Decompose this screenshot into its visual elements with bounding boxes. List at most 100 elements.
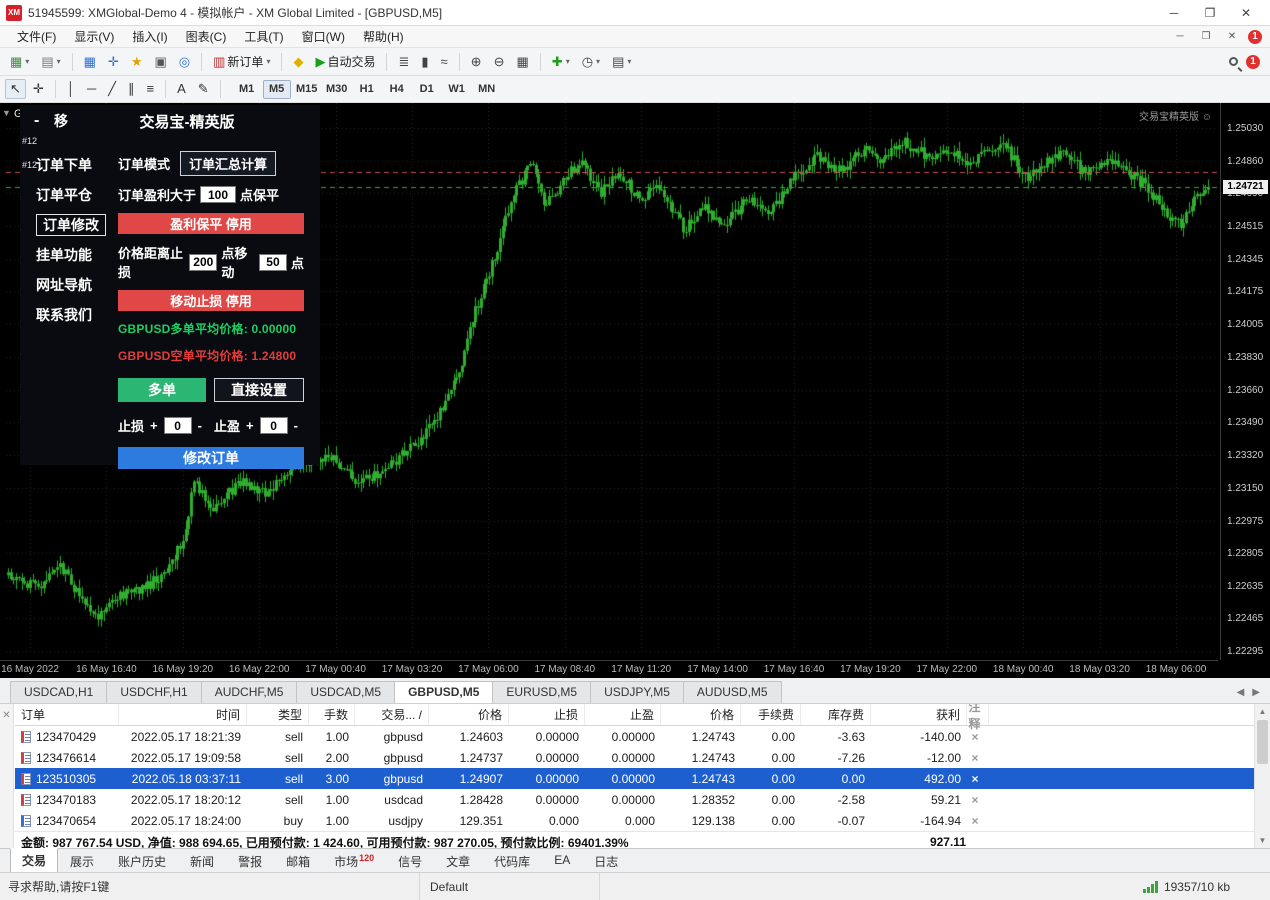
table-row[interactable]: 1234766142022.05.17 19:09:58sell2.00gbpu… [15,747,1254,768]
market-watch-button[interactable]: ▦ [79,52,101,72]
channel-tool-button[interactable]: ∥ [123,79,140,99]
chart-line-button[interactable]: ≈ [436,52,453,72]
stop-loss-input[interactable] [164,417,192,434]
menu-view[interactable]: 显示(V) [65,26,123,47]
fibonacci-tool-button[interactable]: ≡ [141,79,159,99]
table-row[interactable]: 1234704292022.05.17 18:21:39sell1.00gbpu… [15,726,1254,747]
close-order-button[interactable]: × [967,751,989,765]
chart-tab-gbpusd-m5[interactable]: GBPUSD,M5 [394,681,493,703]
ea-menu-item[interactable]: 网址导航 [20,271,114,301]
timeframe-m15-button[interactable]: M15 [293,80,321,99]
ea-menu-item[interactable]: 挂单功能 [20,241,114,271]
take-profit-input[interactable] [260,417,288,434]
chevron-down-icon[interactable]: ▾ [566,57,570,66]
crosshair-tool-button[interactable]: ✛ [28,79,49,99]
chart-tab-usdchf-h1[interactable]: USDCHF,H1 [106,681,201,703]
column-header-12[interactable]: 注释 [967,704,989,725]
chevron-down-icon[interactable]: ▾ [57,57,61,66]
column-header-6[interactable]: 止损 [509,704,585,725]
table-row[interactable]: 1234701832022.05.17 18:20:12sell1.00usdc… [15,789,1254,810]
timeframe-w1-button[interactable]: W1 [443,80,471,99]
column-header-9[interactable]: 手续费 [741,704,801,725]
one-click-trading-arrow-icon[interactable]: ▼ [2,108,11,118]
ea-menu-item[interactable]: 订单平仓 [20,181,114,211]
timeframe-d1-button[interactable]: D1 [413,80,441,99]
ea-menu-item[interactable]: 联系我们 [20,301,114,331]
timeframe-m1-button[interactable]: M1 [233,80,261,99]
terminal-tab-ea[interactable]: EA [542,849,582,872]
window-minimize-button[interactable]: ─ [1156,2,1192,24]
time-axis[interactable]: 16 May 202216 May 16:4016 May 19:2016 Ma… [0,660,1218,678]
new-order-button[interactable]: ▥新订单▾ [208,50,275,73]
chevron-down-icon[interactable]: ▾ [266,57,270,66]
terminal-scrollbar[interactable]: ▲ ▼ [1254,704,1270,848]
periods-button[interactable]: ◷▾ [577,52,605,72]
scroll-up-icon[interactable]: ▲ [1255,704,1270,719]
chevron-down-icon[interactable]: ▾ [627,57,631,66]
menu-tools[interactable]: 工具(T) [235,26,292,47]
window-close-button[interactable]: ✕ [1228,2,1264,24]
chart-tab-usdcad-m5[interactable]: USDCAD,M5 [296,681,395,703]
close-order-button[interactable]: × [967,793,989,807]
column-header-4[interactable]: 交易... / [355,704,429,725]
menu-charts[interactable]: 图表(C) [177,26,236,47]
tile-windows-button[interactable]: ▦ [511,52,533,72]
trail-distance-input[interactable] [189,254,217,271]
menu-insert[interactable]: 插入(I) [123,26,176,47]
notification-badge[interactable]: 1 [1248,30,1262,44]
column-header-8[interactable]: 价格 [661,704,741,725]
order-mode-button[interactable]: 订单汇总计算 [180,151,276,176]
breakeven-toggle-button[interactable]: 盈利保平 停用 [118,213,304,234]
text-tool-button[interactable]: A [172,79,191,99]
strategy-tester-button[interactable]: ◎ [174,52,195,72]
direct-set-button[interactable]: 直接设置 [214,378,304,402]
chart-tab-usdjpy-m5[interactable]: USDJPY,M5 [590,681,684,703]
chart-tab-eurusd-m5[interactable]: EURUSD,M5 [492,681,591,703]
arrows-tool-button[interactable]: ✎ [193,79,214,99]
cursor-tool-button[interactable]: ↖ [5,79,26,99]
metaeditor-button[interactable]: ◆ [288,52,308,72]
chart-bars-button[interactable]: ≣ [393,52,414,72]
terminal-tab-交易[interactable]: 交易 [10,848,58,874]
chart-restore-button[interactable]: ❐ [1196,31,1216,42]
menu-help[interactable]: 帮助(H) [354,26,413,47]
timeframe-h4-button[interactable]: H4 [383,80,411,99]
zoom-in-button[interactable]: ⊕ [466,52,487,72]
auto-trading-button[interactable]: ▶自动交易 [310,50,380,73]
terminal-button[interactable]: ▣ [149,52,171,72]
timeframe-m5-button[interactable]: M5 [263,80,291,99]
trailing-stop-toggle-button[interactable]: 移动止损 停用 [118,290,304,311]
column-header-0[interactable]: 订单 [15,704,119,725]
column-header-11[interactable]: 获利 [871,704,967,725]
chevron-down-icon[interactable]: ▾ [596,57,600,66]
search-icon[interactable] [1229,57,1238,66]
zoom-out-button[interactable]: ⊖ [489,52,510,72]
tp-plus-button[interactable]: + [245,418,255,433]
column-header-2[interactable]: 类型 [247,704,309,725]
scroll-down-icon[interactable]: ▼ [1255,833,1270,848]
close-order-button[interactable]: × [967,730,989,744]
buy-orders-button[interactable]: 多单 [118,378,206,402]
vertical-line-tool-button[interactable]: │ [62,79,80,99]
timeframe-m30-button[interactable]: M30 [323,80,351,99]
toolbar-notification-badge[interactable]: 1 [1246,55,1260,69]
status-profile[interactable]: Default [420,873,600,900]
window-maximize-button[interactable]: ❐ [1192,2,1228,24]
panel-minimize-button[interactable]: - [34,112,54,130]
indicators-button[interactable]: ✚▾ [547,52,575,72]
column-header-1[interactable]: 时间 [119,704,247,725]
trendline-tool-button[interactable]: ╱ [103,79,121,99]
templates-button[interactable]: ▤▾ [607,52,636,72]
sl-plus-button[interactable]: + [149,418,159,433]
panel-move-button[interactable]: 移 [54,111,94,131]
close-order-button[interactable]: × [967,814,989,828]
trail-step-input[interactable] [259,254,287,271]
profiles-button[interactable]: ▤▾ [36,52,65,72]
new-chart-button[interactable]: ▦▾ [5,52,34,72]
data-window-button[interactable]: ✛ [103,52,124,72]
chart-minimize-button[interactable]: ─ [1170,31,1190,42]
tab-scroll-right-icon[interactable]: ▶ [1252,687,1260,698]
tab-scroll-left-icon[interactable]: ◀ [1237,687,1245,698]
table-row[interactable]: 1235103052022.05.18 03:37:11sell3.00gbpu… [15,768,1254,789]
scrollbar-thumb[interactable] [1257,720,1268,764]
